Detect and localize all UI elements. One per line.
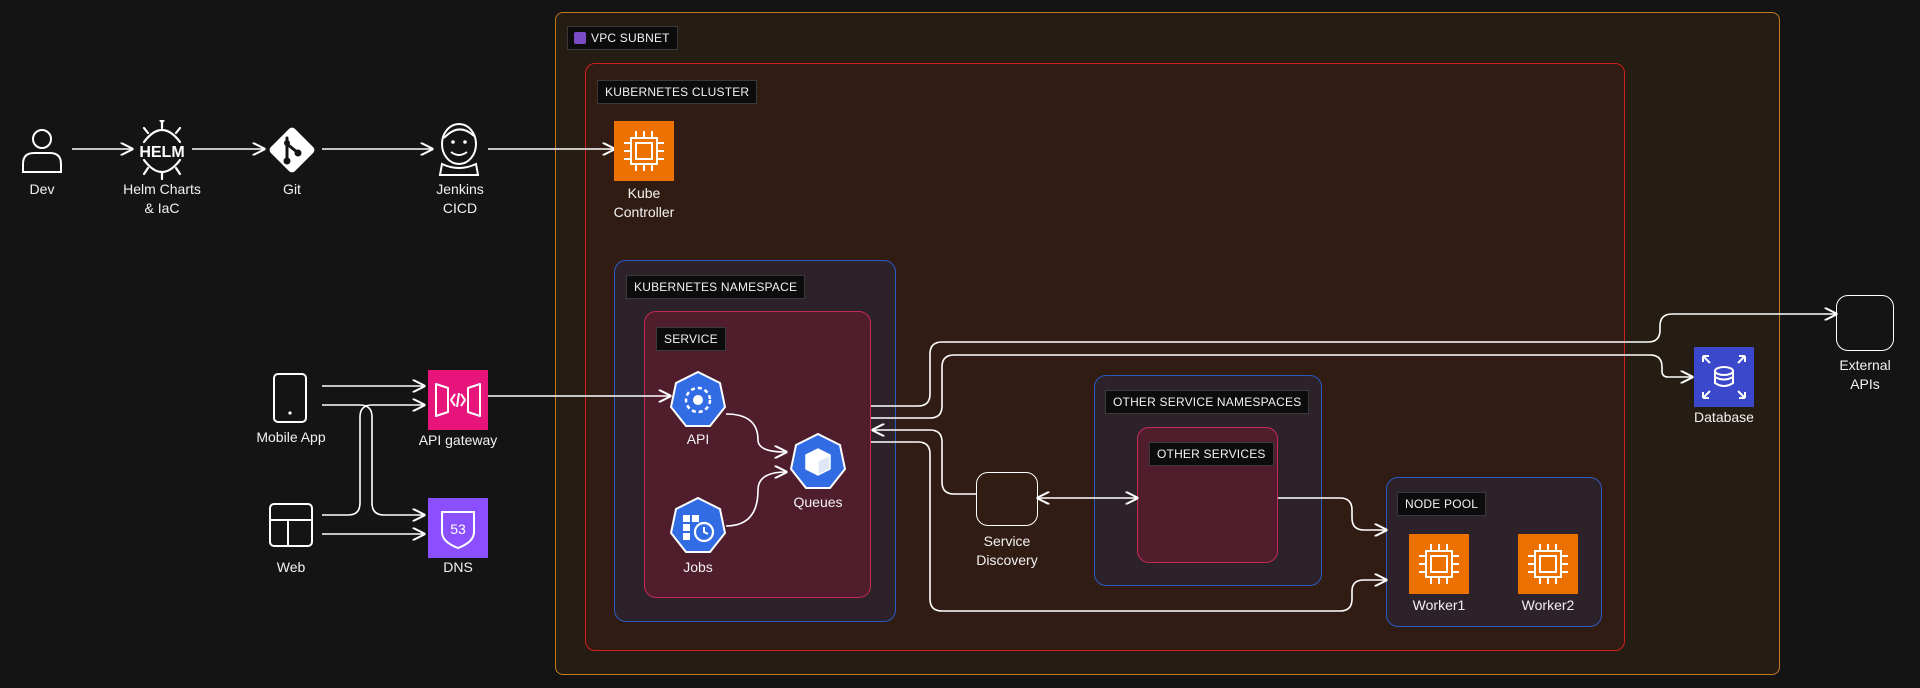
edge-api-queues [725, 413, 786, 452]
edge-web-api-gateway [322, 405, 424, 516]
worker2-compute-icon [1518, 534, 1578, 594]
worker1-compute-icon [1409, 534, 1469, 594]
kubernetes-queues-icon [789, 432, 847, 489]
dns-badge-text: 53 [450, 521, 466, 537]
api-label: API [686, 431, 710, 447]
helm-logo-text: HELM [139, 144, 184, 161]
edge-service-external-apis [871, 314, 1836, 407]
external-apis-label: External APIs [1839, 357, 1891, 392]
api-gateway-icon [428, 370, 488, 430]
mobile-app-label: Mobile App [256, 429, 326, 445]
external-apis-node [1836, 295, 1894, 351]
edge-other-services-node-pool [1278, 497, 1386, 530]
api-gateway-label: API gateway [418, 432, 498, 448]
connector-lines [72, 0, 1920, 612]
edge-mobile-dns [322, 404, 424, 515]
mobile-phone-icon [273, 373, 307, 423]
service-discovery-node [976, 472, 1038, 526]
git-icon [269, 127, 315, 173]
helm-label: Helm Charts & IaC [123, 181, 201, 216]
worker2-label: Worker2 [1521, 597, 1575, 613]
kube-controller-label: Kube Controller [613, 185, 675, 220]
dns-label: DNS [443, 559, 473, 575]
user-icon [22, 129, 62, 173]
jobs-label: Jobs [683, 559, 713, 575]
git-label: Git [283, 181, 301, 197]
database-label: Database [1694, 409, 1754, 425]
jenkins-label: Jenkins CICD [436, 181, 484, 216]
kubernetes-api-icon [669, 370, 727, 427]
edge-service-node-pool [871, 441, 1386, 612]
kubernetes-jobs-icon [669, 496, 727, 553]
queues-label: Queues [793, 494, 843, 510]
kube-controller-icon [614, 121, 674, 181]
architecture-diagram: VPC SUBNET KUBERNETES CLUSTER KUBERNETES… [0, 0, 1920, 688]
web-label: Web [276, 559, 306, 575]
web-browser-icon [269, 503, 313, 547]
edge-jobs-queues [725, 472, 786, 527]
edge-discovery-service [873, 430, 976, 495]
jenkins-icon [438, 123, 480, 176]
database-icon [1694, 347, 1754, 407]
service-discovery-label: Service Discovery [976, 533, 1038, 568]
helm-icon: HELM [139, 120, 185, 180]
dns-route53-icon: 53 [428, 498, 488, 558]
dev-label: Dev [29, 181, 55, 197]
edge-service-database [871, 354, 1692, 419]
worker1-label: Worker1 [1412, 597, 1466, 613]
